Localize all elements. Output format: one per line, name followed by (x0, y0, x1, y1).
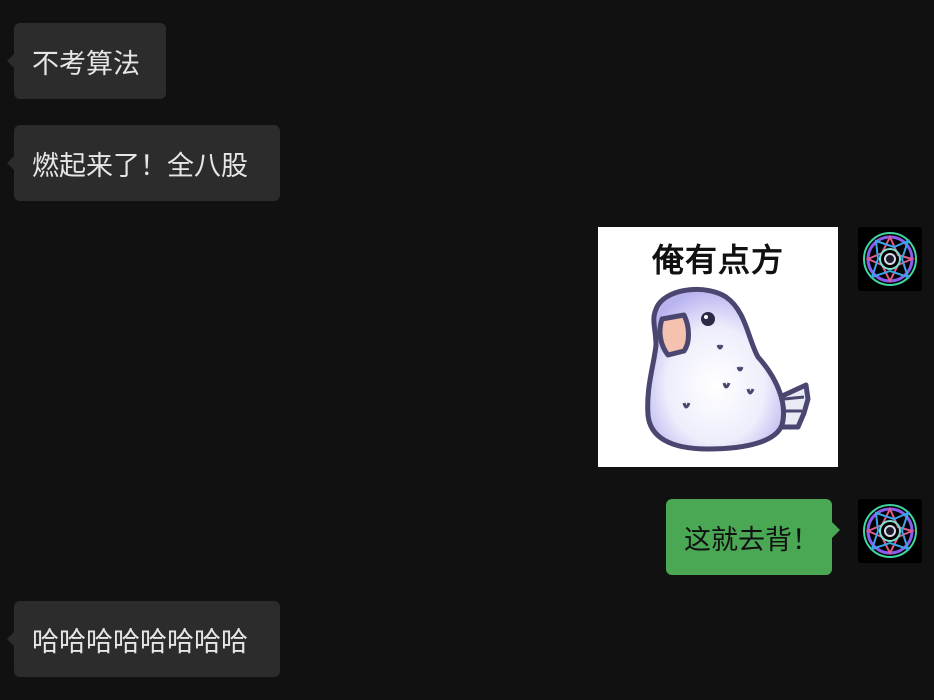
sticker-caption: 俺有点方 (651, 241, 784, 279)
spiral-avatar-icon (858, 227, 922, 291)
incoming-message-bubble[interactable]: 燃起来了！全八股 (7, 125, 280, 201)
incoming-message-bubble[interactable]: 不考算法 (7, 23, 166, 99)
incoming-message-bubble[interactable]: 哈哈哈哈哈哈哈哈 (7, 601, 280, 677)
message-text: 不考算法 (32, 48, 140, 80)
spiral-avatar-icon (858, 499, 922, 563)
message-text: 燃起来了！全八股 (32, 150, 248, 182)
message-text: 这就去背！ (684, 524, 819, 556)
message-text: 哈哈哈哈哈哈哈哈 (32, 626, 248, 658)
self-avatar[interactable] (858, 227, 922, 291)
outgoing-message-bubble[interactable]: 这就去背！ (666, 499, 840, 575)
self-avatar[interactable] (858, 499, 922, 563)
chat-message-list: 不考算法 燃起来了！全八股 俺有点方 这就去背！ 哈哈哈哈哈哈哈哈 (0, 0, 934, 700)
sticker-message[interactable]: 俺有点方 (598, 227, 838, 467)
